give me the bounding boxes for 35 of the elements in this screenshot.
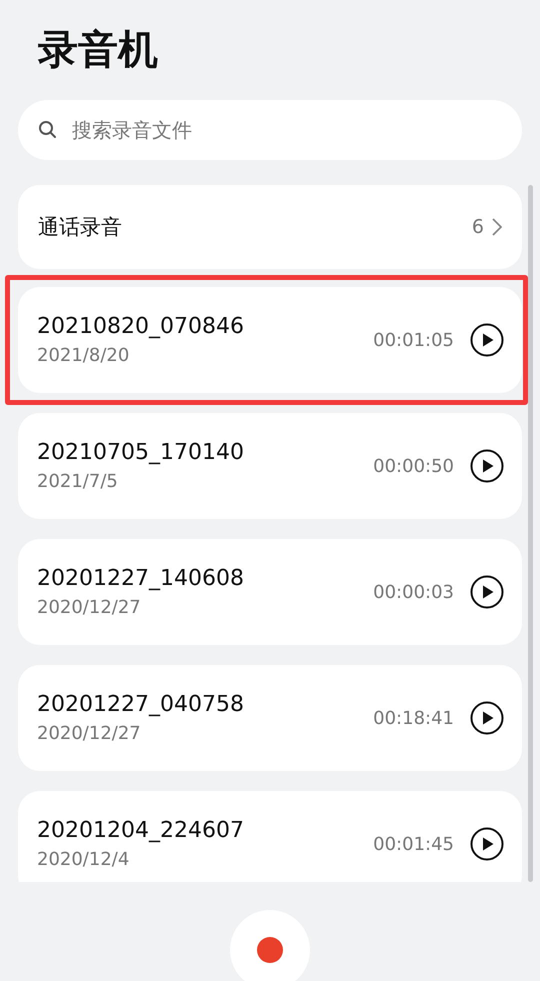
chevron-icon (492, 218, 502, 236)
search-field[interactable]: 搜索录音文件 (18, 100, 522, 160)
call-recordings-folder[interactable]: 通话录音 6 (18, 185, 522, 269)
recording-date: 2021/7/5 (37, 471, 119, 492)
play-icon[interactable] (470, 701, 504, 735)
recording-card[interactable]: 20201204_224607 2020/12/4 00:01:45 (18, 791, 522, 882)
search-input[interactable]: 搜索录音文件 (70, 117, 502, 143)
scrollbar[interactable] (528, 185, 533, 882)
search-icon (38, 120, 58, 140)
recording-date: 2021/8/20 (37, 345, 130, 366)
play-icon[interactable] (470, 449, 504, 483)
record-icon (257, 937, 283, 963)
folder-count: 6 (472, 216, 484, 238)
recording-duration: 00:18:41 (373, 708, 454, 728)
recording-duration: 00:01:05 (373, 330, 454, 350)
recording-card[interactable]: 20201227_140608 2020/12/27 00:00:03 (18, 539, 522, 645)
app-title: 录音机 (38, 26, 159, 75)
recording-date: 2020/12/27 (37, 597, 142, 618)
recording-date: 2020/12/27 (37, 723, 142, 744)
recording-name: 20201204_224607 (37, 818, 245, 843)
recording-name: 20201227_040758 (37, 692, 245, 717)
recording-duration: 00:00:03 (373, 582, 454, 602)
recording-date: 2020/12/4 (37, 849, 130, 870)
recording-card[interactable]: 20210820_070846 2021/8/20 00:01:05 (18, 287, 522, 393)
recording-name: 20210820_070846 (37, 314, 245, 339)
play-icon[interactable] (470, 827, 504, 861)
recording-card[interactable]: 20210705_170140 2021/7/5 00:00:50 (18, 413, 522, 519)
recording-card[interactable]: 20201227_040758 2020/12/27 00:18:41 (18, 665, 522, 771)
recording-name: 20201227_140608 (37, 566, 245, 591)
recording-duration: 00:01:45 (373, 834, 454, 854)
recording-name: 20210705_170140 (37, 440, 245, 465)
play-icon[interactable] (470, 323, 504, 357)
play-icon[interactable] (470, 575, 504, 609)
folder-label: 通话录音 (38, 214, 123, 241)
recording-duration: 00:00:50 (373, 456, 454, 476)
